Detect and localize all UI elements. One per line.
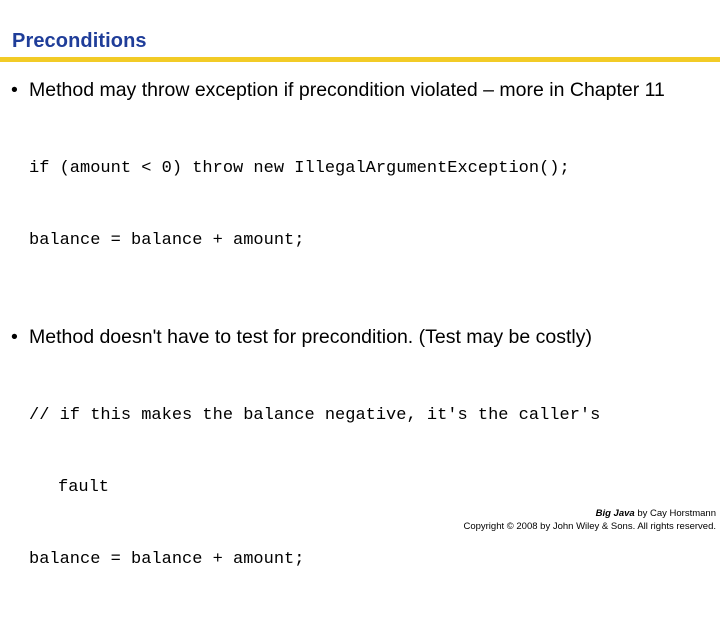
slide: Preconditions • Method may throw excepti… [0,0,720,569]
slide-body: • Method may throw exception if precondi… [0,76,720,620]
code-line: if (amount < 0) throw new IllegalArgumen… [29,159,570,178]
bullet-marker-icon: • [11,326,18,348]
code-line: fault [58,478,110,497]
bullet-item-2: • Method doesn't have to test for precon… [0,323,720,351]
footer-copyright: Copyright © 2008 by John Wiley & Sons. A… [463,521,716,532]
footer-book-title: Big Java [595,508,635,519]
bullet-marker-icon: • [11,79,18,101]
code-line: // if this makes the balance negative, i… [29,406,601,425]
title-underline-rule [0,57,720,62]
footer-attribution: Big Java by Cay Horstmann [463,507,716,520]
bullet-item-1: • Method may throw exception if precondi… [0,76,720,104]
bullet-item-1-text: Method may throw exception if preconditi… [29,79,665,101]
code-block-1: if (amount < 0) throw new IllegalArgumen… [0,109,720,301]
code-line: balance = balance + amount; [29,231,305,250]
bullet-item-2-text: Method doesn't have to test for precondi… [29,326,593,348]
code-line: balance = balance + amount; [29,550,305,569]
page-title: Preconditions [12,30,147,52]
code-block-2: // if this makes the balance negative, i… [0,356,720,620]
slide-footer: Big Java by Cay Horstmann Copyright © 20… [463,507,716,533]
footer-byline: by Cay Horstmann [634,508,716,519]
